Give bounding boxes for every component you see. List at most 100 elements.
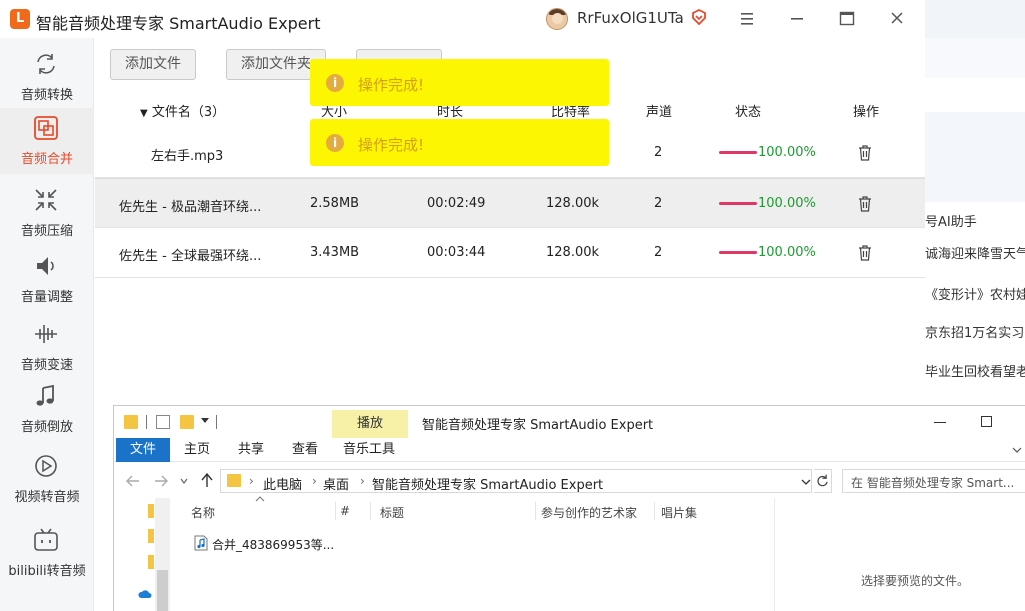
scrollbar-thumb[interactable] (157, 570, 168, 611)
maximize-icon[interactable] (981, 416, 992, 427)
volume-icon (37, 257, 54, 275)
chevron-down-icon[interactable] (180, 477, 188, 485)
news-headline[interactable]: 诚海迎来降雪天气 (925, 243, 1025, 262)
close-icon[interactable] (884, 7, 910, 31)
news-headline[interactable]: 《变形计》农村娃 (925, 284, 1025, 303)
forward-arrow-icon[interactable] (154, 474, 168, 488)
breadcrumb-separator[interactable]: › (312, 474, 317, 488)
column-divider[interactable] (370, 502, 371, 520)
explorer-title-bar[interactable]: 播放 智能音频处理专家 SmartAudio Expert (114, 406, 1025, 438)
progress-bar (719, 202, 757, 205)
progress-percent: 100.00% (758, 196, 816, 211)
success-toast: i 操作完成! (310, 59, 609, 106)
chevron-down-icon[interactable] (801, 478, 811, 486)
folder-icon[interactable] (124, 415, 138, 429)
breadcrumb-current-folder[interactable]: 智能音频处理专家 SmartAudio Expert (372, 474, 603, 493)
reverse-icon (36, 384, 54, 406)
table-row[interactable]: 佐先生 - 极品潮音环绕... 2.58MB 00:02:49 128.00k … (95, 178, 925, 228)
user-name[interactable]: RrFuxOlG1UTa (577, 9, 684, 27)
column-header-name[interactable]: ▼ 文件名（3） (140, 101, 225, 120)
breadcrumb-separator[interactable]: › (360, 474, 365, 488)
trash-icon[interactable] (858, 145, 872, 161)
maximize-icon[interactable] (834, 7, 860, 31)
new-folder-icon[interactable] (180, 415, 194, 429)
column-divider[interactable] (535, 502, 536, 520)
sidebar-item-label: bilibili转音频 (8, 564, 86, 579)
folder-icon[interactable] (148, 555, 154, 569)
address-input[interactable]: › 此电脑 › 桌面 › 智能音频处理专家 SmartAudio Expert (220, 469, 812, 493)
sidebar-item-audio-reverse[interactable]: 音频倒放 (0, 376, 94, 442)
tab-file[interactable]: 文件 (116, 438, 170, 462)
menu-icon[interactable] (734, 7, 760, 31)
video-to-audio-icon (35, 455, 57, 477)
properties-icon[interactable] (156, 415, 170, 429)
column-header-title[interactable]: 标题 (380, 504, 404, 521)
sort-down-icon: ▼ (140, 108, 148, 119)
breadcrumb-this-pc[interactable]: 此电脑 (263, 474, 302, 493)
tab-music-tools[interactable]: 音乐工具 (336, 438, 402, 462)
size-cell: 3.43MB (310, 245, 360, 260)
sidebar-item-audio-speed[interactable]: 音频变速 (0, 314, 94, 380)
chevron-down-icon[interactable] (1012, 446, 1022, 454)
search-placeholder: 在 智能音频处理专家 Smart... (851, 476, 1015, 490)
tab-share[interactable]: 共享 (226, 438, 276, 462)
column-divider[interactable] (654, 502, 655, 520)
sidebar-item-audio-merge[interactable]: 音频合并 (0, 108, 94, 174)
sidebar-item-audio-convert[interactable]: 音频转换 (0, 44, 94, 110)
column-label: 文件名（3） (151, 105, 226, 120)
back-arrow-icon[interactable] (126, 474, 140, 488)
sidebar-item-audio-compress[interactable]: 音频压缩 (0, 180, 94, 246)
success-toast: i 操作完成! (310, 119, 609, 166)
background-header-band (925, 0, 1025, 38)
news-headline[interactable]: 京东招1万名实习 (925, 322, 1024, 341)
column-header-status[interactable]: 状态 (735, 101, 761, 120)
preview-pane: 选择要预览的文件。 (774, 498, 1025, 611)
address-bar-row: › 此电脑 › 桌面 › 智能音频处理专家 SmartAudio Expert … (114, 464, 1025, 498)
sidebar-item-label: 视频转音频 (14, 490, 80, 505)
column-divider[interactable] (335, 502, 336, 520)
folder-icon[interactable] (148, 529, 154, 543)
title-bar[interactable]: L 智能音频处理专家 SmartAudio Expert RrFuxOlG1UT… (0, 0, 925, 38)
channels-cell: 2 (654, 145, 663, 160)
info-icon: i (326, 134, 344, 152)
folder-icon[interactable] (148, 504, 154, 518)
breadcrumb-separator[interactable]: › (249, 474, 254, 488)
sidebar-item-label: 音频变速 (20, 358, 73, 373)
search-input[interactable]: 在 智能音频处理专家 Smart... (842, 469, 1025, 493)
tab-play[interactable]: 播放 (332, 410, 408, 438)
tab-home[interactable]: 主页 (172, 438, 222, 462)
channels-cell: 2 (654, 196, 663, 211)
trash-icon[interactable] (858, 196, 872, 212)
divider (216, 415, 217, 429)
sidebar-item-bilibili-to-audio[interactable]: bilibili转音频 (0, 520, 94, 586)
column-header-channels[interactable]: 声道 (646, 101, 672, 120)
column-header-track-number[interactable]: # (340, 504, 350, 518)
ribbon-tabs: 文件 主页 共享 查看 音乐工具 (114, 438, 1025, 462)
tab-view[interactable]: 查看 (280, 438, 330, 462)
column-header-album[interactable]: 唱片集 (661, 504, 697, 521)
refresh-icon[interactable] (814, 469, 832, 493)
add-file-button[interactable]: 添加文件 (110, 49, 196, 80)
news-headline[interactable]: 号AI助手 (925, 211, 977, 230)
sidebar: 音频转换 音频合并 音频压缩 音量调整 音频变速 音频倒放 视频转音频 bili… (0, 38, 94, 611)
chevron-down-icon[interactable] (200, 415, 210, 425)
file-explorer-window: 播放 智能音频处理专家 SmartAudio Expert 文件 主页 共享 查… (113, 405, 1025, 611)
bilibili-icon (34, 528, 58, 551)
minimize-icon[interactable] (934, 422, 946, 423)
user-avatar[interactable] (546, 8, 568, 30)
trash-icon[interactable] (858, 245, 872, 261)
duration-cell: 00:03:44 (427, 245, 486, 260)
up-arrow-icon[interactable] (200, 473, 214, 488)
column-header-contributing-artists[interactable]: 参与创作的艺术家 (541, 504, 637, 521)
vip-diamond-icon[interactable] (690, 8, 708, 26)
sidebar-item-volume-adjust[interactable]: 音量调整 (0, 246, 94, 312)
onedrive-cloud-icon[interactable] (138, 590, 152, 599)
table-row[interactable]: 佐先生 - 全球最强环绕... 3.43MB 00:03:44 128.00k … (95, 228, 925, 278)
news-headline[interactable]: 毕业生回校看望老 (925, 361, 1025, 380)
minimize-icon[interactable] (784, 7, 810, 31)
file-list-header: 名称 # 标题 参与创作的艺术家 唱片集 (170, 496, 774, 522)
list-item[interactable]: 合并_483869953等... (190, 534, 350, 554)
sidebar-item-video-to-audio[interactable]: 视频转音频 (0, 446, 94, 512)
breadcrumb-desktop[interactable]: 桌面 (323, 474, 349, 493)
column-header-name[interactable]: 名称 (191, 504, 215, 521)
